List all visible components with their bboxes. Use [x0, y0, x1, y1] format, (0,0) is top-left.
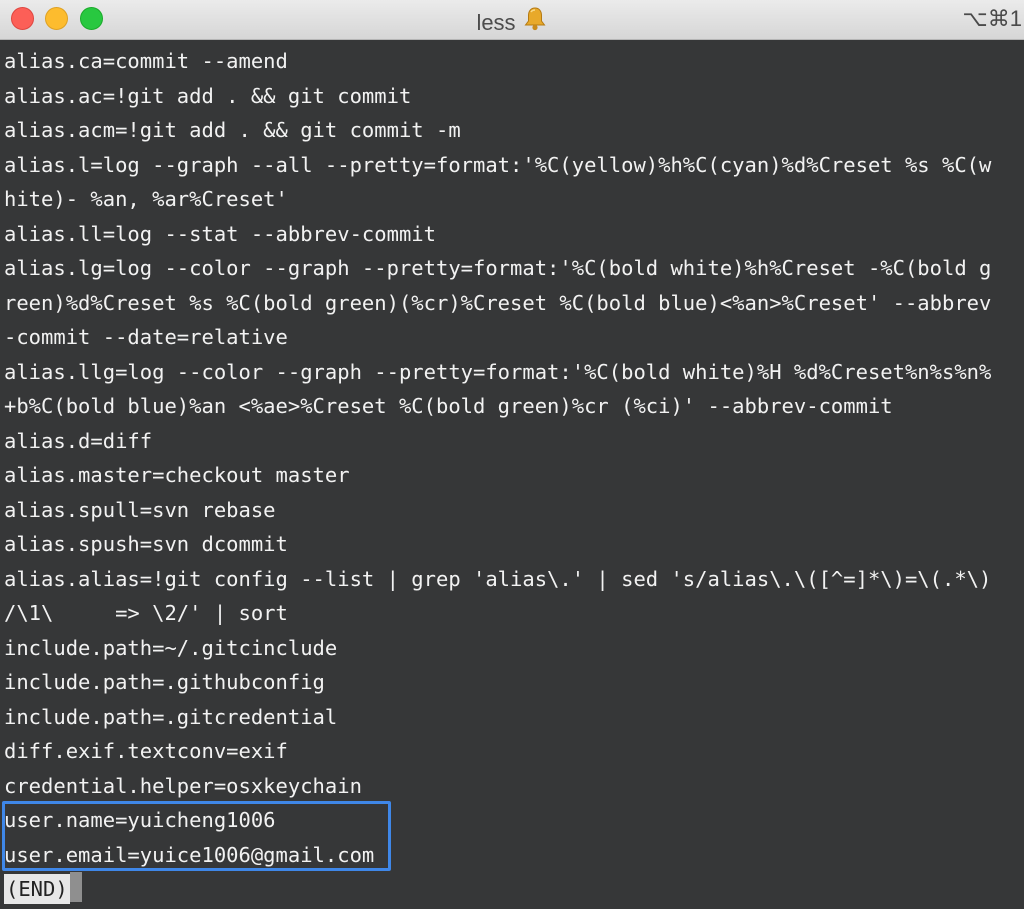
- terminal-line: alias.acm=!git add . && git commit -m: [4, 118, 461, 142]
- terminal-line: alias.lg=log --color --graph --pretty=fo…: [4, 256, 992, 280]
- terminal-line: alias.ll=log --stat --abbrev-commit: [4, 221, 436, 246]
- terminal-line: alias.spush=svn dcommit: [4, 532, 288, 556]
- window-title: less: [0, 6, 1024, 38]
- window-shortcut: ⌥⌘1: [962, 6, 1022, 31]
- terminal-line: alias.master=checkout master: [4, 463, 350, 487]
- terminal-line: +b%C(bold blue)%an <%ae>%Creset %C(bold …: [4, 394, 893, 418]
- terminal-line: diff.exif.textconv=exif: [4, 739, 288, 763]
- terminal-line: include.path=.githubconfig: [4, 670, 325, 694]
- title-bar: less ⌥⌘1: [0, 0, 1024, 40]
- terminal-line: alias.d=diff: [4, 428, 153, 453]
- end-line: (END): [0, 872, 1024, 907]
- terminal-line: reen)%d%Creset %s %C(bold green)(%cr)%Cr…: [4, 290, 992, 315]
- terminal-line: alias.l=log --graph --all --pretty=forma…: [4, 152, 992, 177]
- end-marker: (END): [4, 874, 70, 904]
- terminal-line: include.path=.gitcredential: [4, 704, 338, 729]
- terminal-line: alias.ac=!git add . && git commit: [4, 83, 412, 108]
- terminal-line: alias.spull=svn rebase: [4, 497, 276, 522]
- bell-icon: [522, 6, 548, 38]
- terminal-line: -commit --date=relative: [4, 325, 288, 349]
- terminal-line: alias.ca=commit --amend: [4, 49, 288, 73]
- terminal-line: /\1\ => \2/' | sort: [4, 601, 288, 625]
- window-title-text: less: [476, 10, 516, 35]
- terminal-line: alias.alias=!git config --list | grep 'a…: [4, 566, 992, 591]
- user-config-highlight-box: [2, 801, 391, 871]
- terminal-line: alias.llg=log --color --graph --pretty=f…: [4, 359, 992, 384]
- terminal-line: include.path=~/.gitcinclude: [4, 635, 338, 660]
- terminal-output: alias.ca=commit --amend alias.ac=!git ad…: [0, 44, 1024, 909]
- terminal-line: hite)- %an, %ar%Creset': [4, 187, 288, 211]
- text-cursor: [69, 872, 82, 902]
- terminal-line: credential.helper=osxkeychain: [4, 773, 362, 798]
